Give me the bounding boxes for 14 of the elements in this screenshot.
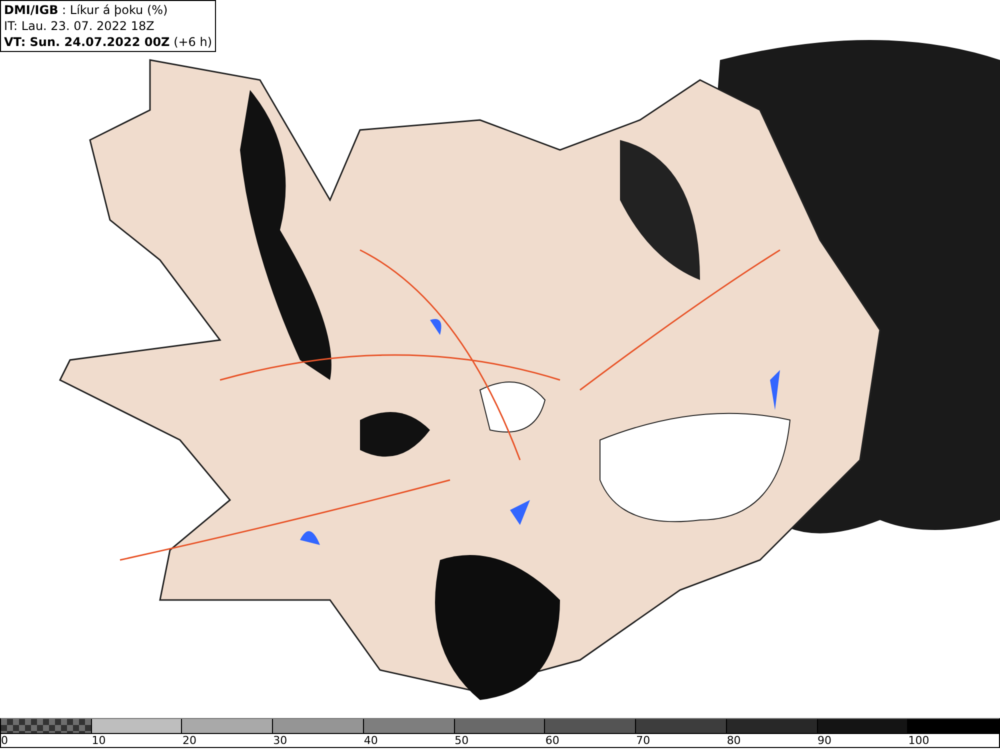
legend-label: 90 bbox=[818, 734, 832, 748]
legend-label: 80 bbox=[726, 734, 741, 748]
valid-time: VT: Sun. 24.07.2022 00Z (+6 h) bbox=[4, 34, 212, 50]
legend-label: 70 bbox=[636, 734, 650, 748]
legend-label: 40 bbox=[364, 734, 378, 748]
legend-label: 30 bbox=[273, 734, 288, 748]
legend-label: 50 bbox=[454, 734, 469, 748]
legend-label: 60 bbox=[545, 734, 560, 748]
legend-label: 100 bbox=[908, 734, 930, 748]
map-title: DMI/IGB : Líkur á þoku (%) bbox=[4, 2, 169, 18]
issue-time: IT: Lau. 23. 07. 2022 18Z bbox=[4, 18, 156, 34]
legend-label: 10 bbox=[92, 734, 106, 748]
legend-label: 0 bbox=[1, 734, 8, 748]
legend-label: 20 bbox=[182, 734, 196, 748]
